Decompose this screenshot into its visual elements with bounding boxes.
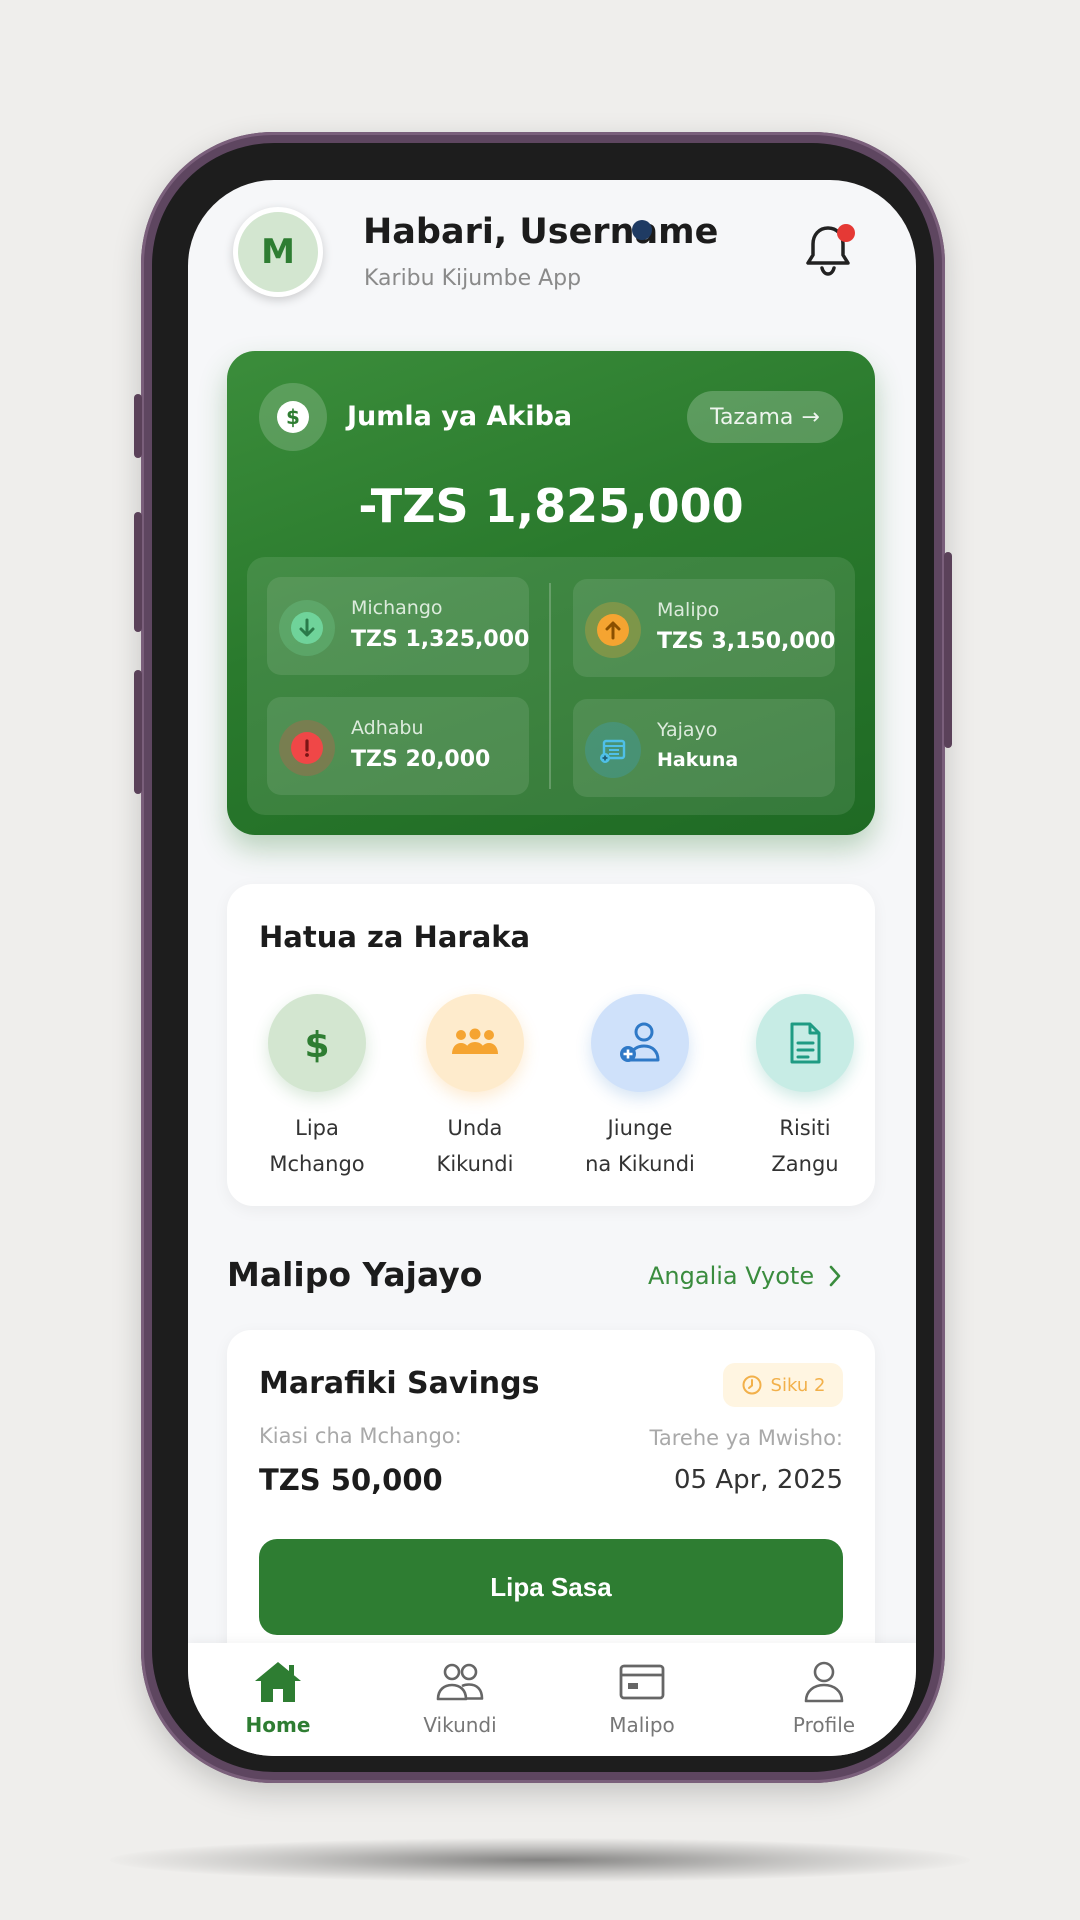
view-savings-button[interactable]: Tazama →: [687, 391, 843, 443]
stat-label: Malipo: [657, 599, 720, 621]
qa-label-line2: Zangu: [771, 1152, 839, 1176]
people-icon: [436, 1663, 484, 1701]
stat-malipo[interactable]: Malipo TZS 3,150,000: [573, 579, 835, 677]
stat-value: Hakuna: [657, 749, 739, 771]
phone-bezel: M Habari, Username Karibu Kijumbe App $ …: [152, 143, 934, 1772]
card-icon: [619, 1664, 665, 1700]
stat-icon-wrap: [279, 720, 335, 776]
amount-label: Kiasi cha Mchango:: [259, 1424, 462, 1448]
qa-label: Lipa Mchango: [227, 1110, 407, 1182]
group-icon: [452, 1028, 498, 1054]
user-add-icon: [620, 1022, 660, 1062]
qa-label-line1: Risiti: [779, 1116, 831, 1140]
qa-label: Unda Kikundi: [385, 1110, 565, 1182]
see-all-link[interactable]: Angalia Vyote: [648, 1262, 842, 1290]
savings-total: -TZS 1,825,000: [358, 479, 744, 533]
alert-icon: [291, 732, 323, 764]
qa-label-line1: Unda: [447, 1116, 503, 1140]
stats-divider: [549, 583, 551, 789]
upcoming-title: Malipo Yajayo: [227, 1255, 483, 1294]
qa-label: Jiunge na Kikundi: [550, 1110, 730, 1182]
contribution-amount: TZS 50,000: [259, 1463, 443, 1497]
days-left-badge: Siku 2: [723, 1363, 843, 1407]
phone-frame: M Habari, Username Karibu Kijumbe App $ …: [134, 132, 952, 1783]
see-all-label: Angalia Vyote: [648, 1262, 815, 1290]
greeting-title: Habari, Username: [363, 212, 719, 252]
stat-value: TZS 1,325,000: [351, 627, 530, 652]
arrow-right-icon: →: [801, 404, 820, 430]
quick-action-pay-contribution[interactable]: $ Lipa Mchango: [227, 994, 407, 1182]
due-date-label: Tarehe ya Mwisho:: [649, 1426, 844, 1450]
dollar-icon: $: [277, 401, 309, 433]
stat-adhabu[interactable]: Adhabu TZS 20,000: [267, 697, 529, 795]
qa-label-line1: Jiunge: [607, 1116, 673, 1140]
stat-value: TZS 20,000: [351, 747, 491, 772]
nav-payments[interactable]: Malipo: [572, 1659, 712, 1737]
group-name: Marafiki Savings: [259, 1366, 540, 1401]
stat-icon-wrap: [585, 602, 641, 658]
stat-icon-wrap: [279, 600, 335, 656]
bottom-nav: Home Vikundi Malipo Profile: [188, 1643, 916, 1756]
receipt-icon: [790, 1022, 821, 1064]
quick-actions-title: Hatua za Haraka: [259, 920, 531, 954]
greeting-subtitle: Karibu Kijumbe App: [364, 266, 582, 291]
savings-card: $ Jumla ya Akiba Tazama → -TZS 1,825,000: [227, 351, 875, 835]
quick-action-create-group[interactable]: Unda Kikundi: [385, 994, 565, 1182]
quick-action-my-receipts[interactable]: Risiti Zangu: [715, 994, 895, 1182]
qa-circle: [426, 994, 524, 1092]
nav-groups[interactable]: Vikundi: [390, 1659, 530, 1737]
qa-label-line2: Mchango: [269, 1152, 365, 1176]
stat-value: TZS 3,150,000: [657, 629, 836, 654]
phone-shadow: [110, 1838, 970, 1882]
side-button-power: [944, 552, 952, 748]
stat-icon-wrap: [585, 722, 641, 778]
savings-icon-wrap: $: [259, 383, 327, 451]
savings-title: Jumla ya Akiba: [347, 401, 573, 432]
calendar-add-icon: [600, 739, 626, 763]
nav-label: Vikundi: [423, 1713, 497, 1737]
qa-circle: [756, 994, 854, 1092]
side-button-volume-up: [134, 512, 142, 632]
stat-michango[interactable]: Michango TZS 1,325,000: [267, 577, 529, 675]
side-button-mute: [134, 394, 142, 458]
camera-dot: [632, 220, 652, 240]
app-screen: M Habari, Username Karibu Kijumbe App $ …: [188, 180, 916, 1756]
pay-now-button[interactable]: Lipa Sasa: [259, 1539, 843, 1635]
stat-label: Adhabu: [351, 717, 424, 739]
clock-icon: [742, 1375, 762, 1395]
svg-text:$: $: [304, 1025, 329, 1066]
chevron-right-icon: [829, 1265, 841, 1287]
due-date: 05 Apr, 2025: [673, 1465, 843, 1495]
avatar[interactable]: M: [233, 207, 323, 297]
dollar-sign-icon: $: [304, 1025, 329, 1066]
days-left-label: Siku 2: [770, 1374, 826, 1396]
stat-yajayo[interactable]: Yajayo Hakuna: [573, 699, 835, 797]
arrow-up-icon: [597, 614, 629, 646]
nav-profile[interactable]: Profile: [754, 1659, 894, 1737]
stat-label: Yajayo: [657, 719, 718, 741]
notification-dot: [837, 224, 855, 242]
arrow-down-icon: [291, 612, 323, 644]
qa-label-line1: Lipa: [295, 1116, 339, 1140]
qa-label: Risiti Zangu: [715, 1110, 895, 1182]
qa-circle: [591, 994, 689, 1092]
nav-label: Profile: [792, 1713, 856, 1737]
qa-label-line2: Kikundi: [436, 1152, 514, 1176]
side-button-volume-down: [134, 670, 142, 794]
quick-actions-card: Hatua za Haraka $ Lipa Mchango Unda Kiku…: [227, 884, 875, 1206]
home-icon: [255, 1662, 301, 1702]
stat-label: Michango: [351, 597, 443, 619]
qa-label-line2: na Kikundi: [585, 1152, 695, 1176]
qa-circle: $: [268, 994, 366, 1092]
nav-home[interactable]: Home: [208, 1659, 348, 1737]
nav-label: Home: [245, 1713, 311, 1737]
stats-panel: Michango TZS 1,325,000 Malipo TZS 3,150,…: [247, 557, 855, 815]
avatar-initial: M: [261, 232, 295, 272]
quick-action-join-group[interactable]: Jiunge na Kikundi: [550, 994, 730, 1182]
view-savings-label: Tazama: [710, 404, 794, 430]
user-icon: [804, 1661, 844, 1703]
nav-label: Malipo: [609, 1713, 675, 1737]
